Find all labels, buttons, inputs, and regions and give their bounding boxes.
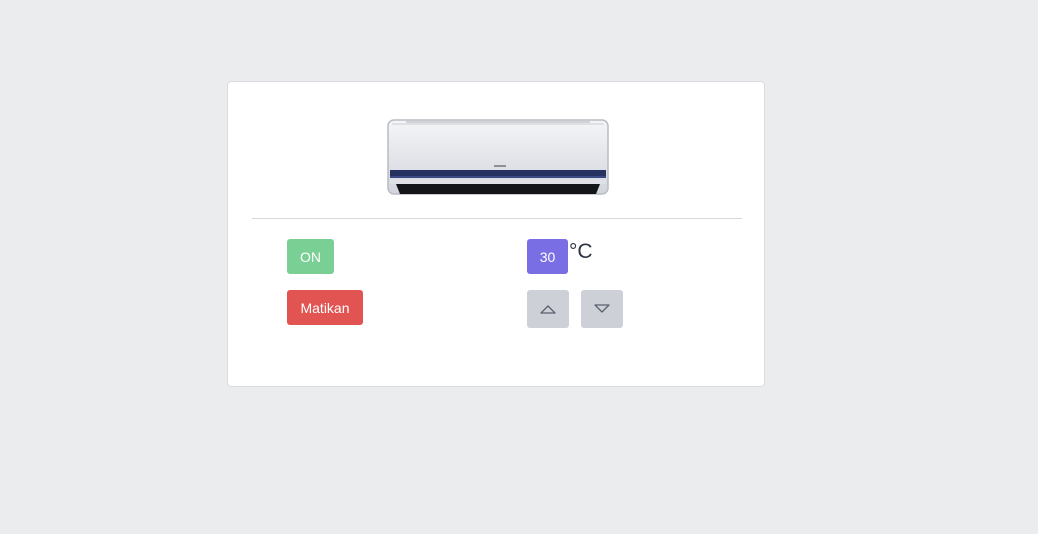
triangle-up-icon <box>540 305 556 314</box>
temperature-unit: °C <box>569 240 593 263</box>
power-off-button[interactable]: Matikan <box>287 290 363 325</box>
air-conditioner-icon <box>387 119 609 195</box>
temperature-value: 30 <box>527 239 568 274</box>
temperature-down-button[interactable] <box>581 290 623 328</box>
divider <box>252 218 742 219</box>
triangle-down-icon <box>594 304 610 313</box>
temperature-up-button[interactable] <box>527 290 569 328</box>
status-badge[interactable]: ON <box>287 239 334 274</box>
ac-control-card: ON Matikan 30 °C <box>227 81 765 387</box>
